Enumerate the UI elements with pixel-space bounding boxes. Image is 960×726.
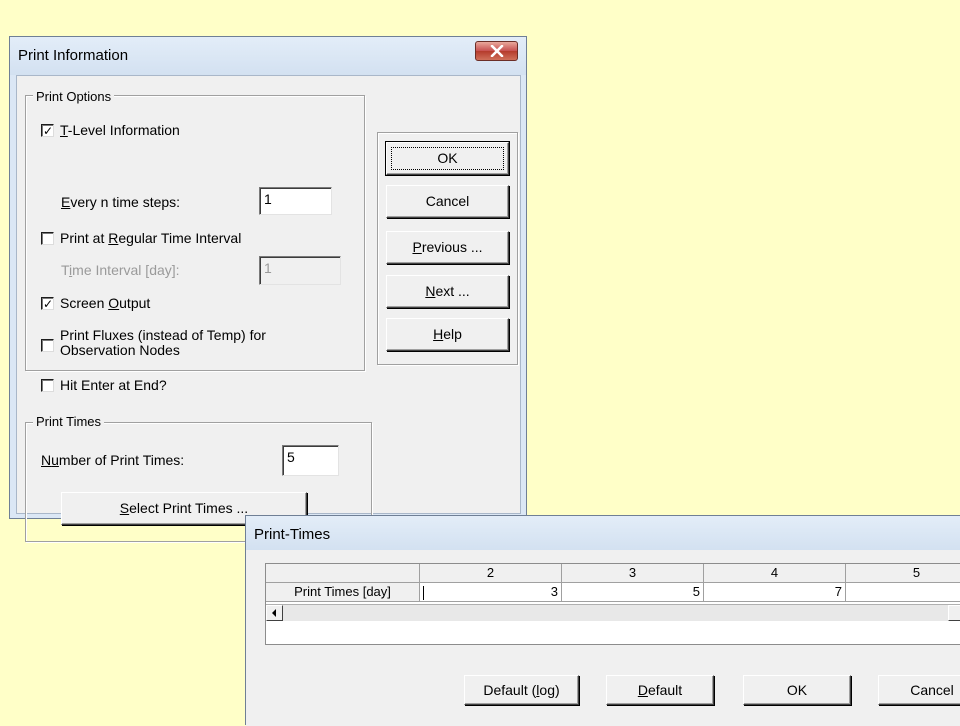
grid-cell[interactable]: 7: [704, 583, 846, 602]
screen-output-checkbox-row[interactable]: ✓ Screen Output: [41, 296, 150, 312]
grid-column-header: 4: [704, 564, 846, 583]
regular-interval-checkbox-row[interactable]: Print at Regular Time Interval: [41, 231, 241, 247]
grid-row-header: Print Times [day]: [266, 583, 420, 602]
print-fluxes-label-line2: Observation Nodes: [60, 342, 180, 358]
arrow-left-icon: [272, 609, 276, 617]
title-bar[interactable]: Print Information: [10, 37, 526, 75]
tlevel-label: T-Level Information: [60, 122, 180, 138]
check-mark-icon: ✓: [43, 297, 54, 311]
help-button[interactable]: Help: [386, 318, 509, 351]
tlevel-checkbox[interactable]: ✓: [41, 124, 54, 137]
print-options-legend: Print Options: [33, 89, 115, 104]
default-button[interactable]: Default: [606, 675, 714, 705]
regular-interval-checkbox[interactable]: [41, 232, 54, 245]
grid-cell[interactable]: 5: [562, 583, 704, 602]
grid-column-header: 5: [846, 564, 960, 583]
text-cursor: [423, 586, 424, 600]
print-times-ok-button[interactable]: OK: [743, 675, 851, 705]
close-button[interactable]: [475, 41, 518, 61]
scroll-thumb[interactable]: [948, 605, 960, 621]
print-times-title: Print-Times: [254, 526, 331, 543]
print-information-window: Print Information Print Options ✓ T-Leve…: [9, 36, 527, 542]
print-times-cancel-button[interactable]: Cancel: [878, 675, 960, 705]
close-icon: [490, 45, 504, 57]
window-title: Print Information: [18, 47, 129, 64]
grid-horizontal-scrollbar[interactable]: [266, 604, 960, 621]
focus-rectangle: [391, 147, 504, 170]
number-of-print-times-input[interactable]: 5: [282, 445, 339, 476]
grid-column-header: 3: [562, 564, 704, 583]
cancel-button[interactable]: Cancel: [386, 185, 509, 218]
print-fluxes-label-line1: Print Fluxes (instead of Temp) for: [60, 327, 266, 343]
check-mark-icon: ✓: [43, 124, 54, 138]
every-n-label: Every n time steps:: [61, 194, 181, 210]
grid-cell[interactable]: [846, 583, 960, 602]
print-times-body: 2 3 4 5 Print Times [day] 3 5 7 Default …: [246, 550, 960, 726]
number-of-print-times-label: Number of Print Times:: [41, 452, 185, 468]
print-times-grid: 2 3 4 5 Print Times [day] 3 5 7: [265, 563, 960, 645]
print-times-title-bar[interactable]: Print-Times: [246, 516, 960, 550]
print-times-window: Print-Times 2 3 4 5 Print Times [day] 3 …: [245, 515, 960, 726]
time-interval-label: Time Interval [day]:: [61, 262, 180, 278]
every-n-input[interactable]: 1: [259, 187, 332, 215]
print-times-legend: Print Times: [33, 414, 105, 429]
scroll-left-button[interactable]: [266, 605, 283, 621]
screen-output-checkbox[interactable]: ✓: [41, 297, 54, 310]
hit-enter-checkbox[interactable]: [41, 379, 54, 392]
default-log-button[interactable]: Default (log): [464, 675, 579, 705]
regular-interval-label: Print at Regular Time Interval: [60, 230, 242, 246]
grid-cell[interactable]: 3: [420, 583, 562, 602]
next-button[interactable]: Next ...: [386, 275, 509, 308]
grid-corner-header: [266, 564, 420, 583]
grid-column-header: 2: [420, 564, 562, 583]
hit-enter-label: Hit Enter at End?: [60, 377, 167, 393]
previous-button[interactable]: Previous ...: [386, 231, 509, 264]
print-fluxes-checkbox[interactable]: [41, 339, 54, 352]
tlevel-checkbox-row[interactable]: ✓ T-Level Information: [41, 123, 180, 139]
ok-button[interactable]: OK: [386, 142, 509, 175]
print-information-body: Print Options ✓ T-Level Information Ever…: [16, 75, 521, 542]
screen-output-label: Screen Output: [60, 295, 151, 311]
time-interval-input: 1: [259, 256, 341, 285]
hit-enter-checkbox-row[interactable]: Hit Enter at End?: [41, 378, 167, 394]
